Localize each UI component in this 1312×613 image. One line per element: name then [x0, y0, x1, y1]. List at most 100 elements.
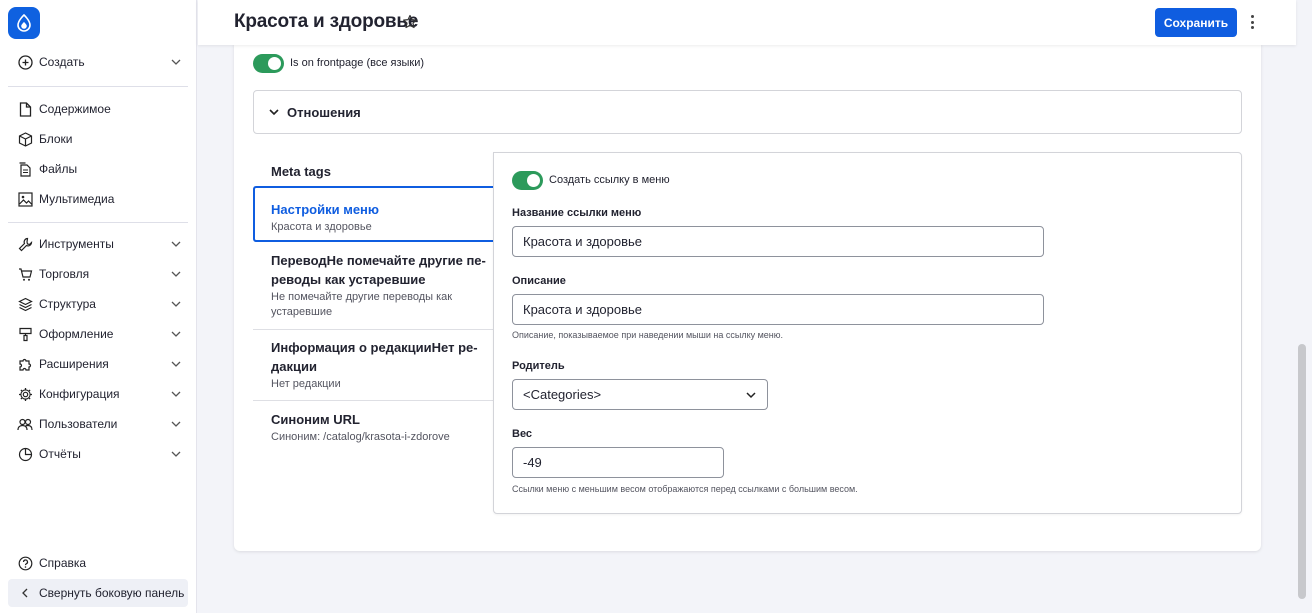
sidebar-item-tools[interactable]: Инструменты: [8, 230, 188, 258]
sidebar-item-label: Пользователи: [39, 417, 118, 431]
sidebar-item-blocks[interactable]: Блоки: [8, 125, 188, 153]
description-label: Описание: [512, 275, 566, 287]
sidebar-item-label: Конфигурация: [39, 387, 120, 401]
sidebar-divider: [8, 222, 188, 223]
collapse-sidebar-button[interactable]: Свернуть боковую панель: [8, 579, 188, 607]
sidebar-item-label: Инструменты: [39, 237, 114, 251]
cube-icon: [17, 131, 33, 147]
plus-circle-icon: [17, 54, 33, 70]
relations-summary: Отношения: [287, 105, 361, 120]
sidebar-item-people[interactable]: Пользователи: [8, 410, 188, 438]
sidebar-item-reports[interactable]: Отчёты: [8, 440, 188, 468]
chevron-down-icon: [171, 421, 181, 427]
tab-title: Настройки меню: [271, 202, 379, 217]
tab-revision-info[interactable]: Информация о редакцииНет ре- дакции Нет …: [253, 338, 493, 392]
chevron-down-icon: [171, 451, 181, 457]
parent-select-value: <Categories>: [523, 387, 602, 402]
tab-divider: [253, 329, 493, 330]
wrench-icon: [17, 236, 33, 252]
sidebar-item-label: Отчёты: [39, 447, 81, 461]
gear-icon: [17, 386, 33, 402]
tab-summary: Не помечайте другие переводы как: [271, 291, 453, 303]
tab-meta-tags[interactable]: Meta tags: [253, 162, 493, 181]
sidebar-item-files[interactable]: Файлы: [8, 155, 188, 183]
chart-icon: [17, 446, 33, 462]
chevron-down-icon: [171, 301, 181, 307]
create-menu-link-toggle[interactable]: [512, 171, 543, 190]
chevron-down-icon: [746, 392, 756, 399]
drupal-logo-icon[interactable]: [8, 7, 40, 39]
sidebar-item-commerce[interactable]: Торговля: [8, 260, 188, 288]
sidebar-item-label: Мультимедиа: [39, 192, 115, 206]
chevron-left-icon: [17, 585, 33, 601]
tab-summary: устаревшие: [271, 306, 333, 318]
sidebar-item-label: Торговля: [39, 267, 90, 281]
create-menu-link-label: Создать ссылку в меню: [549, 174, 670, 186]
sidebar-item-appearance[interactable]: Оформление: [8, 320, 188, 348]
cart-icon: [17, 266, 33, 282]
parent-label: Родитель: [512, 360, 565, 372]
chevron-down-icon: [171, 59, 181, 65]
sidebar-item-config[interactable]: Конфигурация: [8, 380, 188, 408]
relations-details[interactable]: Отношения: [253, 90, 1242, 134]
weight-help: Ссылки меню с меньшим весом отображаются…: [512, 484, 858, 494]
tab-title: Meta tags: [271, 164, 331, 179]
sidebar-item-extend[interactable]: Расширения: [8, 350, 188, 378]
star-icon[interactable]: [402, 14, 418, 30]
link-title-input[interactable]: Красота и здоровье: [512, 226, 1044, 257]
tab-title: Синоним URL: [271, 412, 360, 427]
chevron-down-icon: [171, 331, 181, 337]
sidebar-item-label: Расширения: [39, 357, 109, 371]
sidebar-item-label: Создать: [39, 55, 85, 69]
sidebar-item-structure[interactable]: Структура: [8, 290, 188, 318]
users-icon: [17, 416, 33, 432]
tab-title: ПереводНе помечайте другие пе-: [271, 253, 486, 268]
sidebar-divider: [8, 86, 188, 87]
tab-divider: [253, 400, 493, 401]
tab-title: реводы как устаревшие: [271, 272, 426, 287]
weight-input[interactable]: -49: [512, 447, 724, 478]
chevron-down-icon: [171, 361, 181, 367]
image-icon: [17, 191, 33, 207]
tab-url-alias[interactable]: Синоним URL Синоним: /catalog/krasota-i-…: [253, 410, 493, 445]
sidebar-item-label: Блоки: [39, 132, 73, 146]
more-actions-icon[interactable]: [1247, 12, 1257, 32]
sidebar-item-label: Свернуть боковую панель: [39, 586, 185, 600]
parent-select[interactable]: <Categories>: [512, 379, 768, 410]
weight-label: Вес: [512, 428, 533, 440]
tab-menu-settings[interactable]: Настройки меню Красота и здоровье: [253, 186, 493, 242]
sidebar: Создать Содержимое Блоки Файлы Мультимед…: [0, 0, 197, 613]
sidebar-item-help[interactable]: Справка: [8, 549, 188, 577]
sidebar-item-label: Содержимое: [39, 102, 111, 116]
tab-summary: Красота и здоровье: [271, 221, 372, 233]
top-bar: Красота и здоровье Сохранить: [198, 0, 1296, 45]
sidebar-item-label: Файлы: [39, 162, 78, 176]
help-icon: [17, 555, 33, 571]
frontpage-toggle-label: Is on frontpage (все языки): [290, 57, 425, 69]
sidebar-item-label: Справка: [39, 556, 87, 570]
tab-translation[interactable]: ПереводНе помечайте другие пе- реводы ка…: [253, 251, 493, 320]
chevron-down-icon: [171, 241, 181, 247]
frontpage-toggle[interactable]: [253, 54, 284, 73]
sidebar-item-label: Структура: [39, 297, 96, 311]
description-help: Описание, показываемое при наведении мыш…: [512, 330, 784, 340]
tab-title: дакции: [271, 359, 317, 374]
chevron-down-icon: [171, 391, 181, 397]
sidebar-item-content[interactable]: Содержимое: [8, 95, 188, 123]
page-title: Красота и здоровье: [234, 11, 419, 32]
files-icon: [17, 161, 33, 177]
save-button[interactable]: Сохранить: [1155, 8, 1237, 37]
tab-title: Информация о редакцииНет ре-: [271, 340, 478, 355]
link-title-label: Название ссылки меню: [512, 207, 642, 219]
layers-icon: [17, 296, 33, 312]
page-scrollbar[interactable]: [1298, 344, 1306, 599]
sidebar-item-label: Оформление: [39, 327, 114, 341]
chevron-down-icon: [171, 271, 181, 277]
tab-summary: Синоним: /catalog/krasota-i-zdorove: [271, 431, 450, 443]
sidebar-item-create[interactable]: Создать: [8, 48, 188, 76]
brush-icon: [17, 326, 33, 342]
sidebar-item-media[interactable]: Мультимедиа: [8, 185, 188, 213]
puzzle-icon: [17, 356, 33, 372]
description-input[interactable]: Красота и здоровье: [512, 294, 1044, 325]
chevron-down-icon: [269, 109, 279, 116]
